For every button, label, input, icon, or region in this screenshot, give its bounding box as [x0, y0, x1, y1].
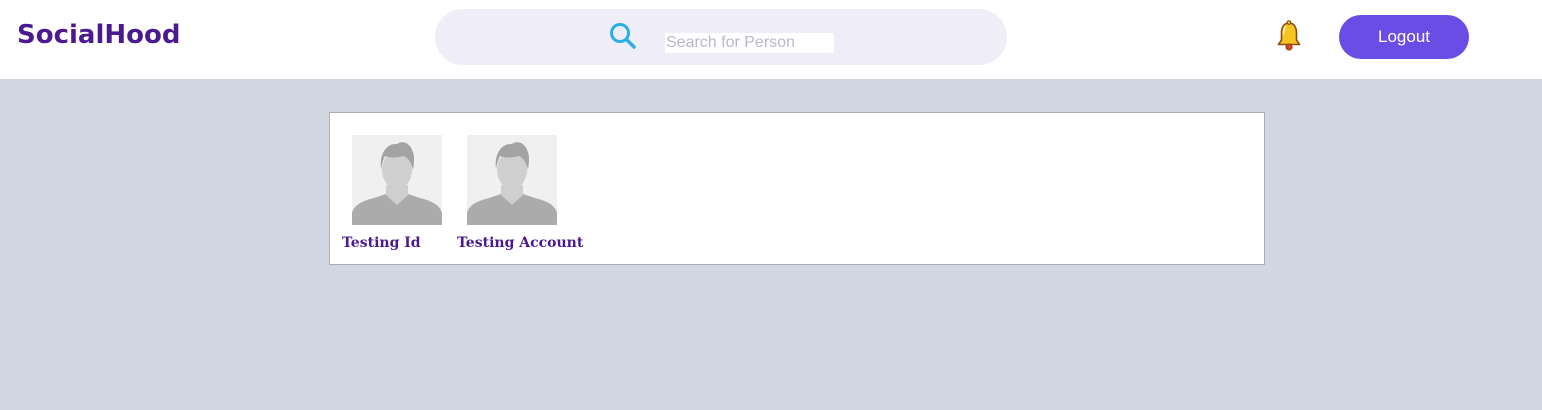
search-bar	[435, 9, 1007, 65]
search-icon[interactable]	[608, 21, 638, 51]
person-name[interactable]: Testing Account	[457, 235, 583, 251]
person-name[interactable]: Testing Id	[342, 235, 421, 251]
search-results-panel: Testing Id Testing Account	[329, 112, 1265, 265]
notification-bell-icon[interactable]	[1275, 20, 1303, 52]
search-input[interactable]	[665, 33, 834, 53]
top-navbar: SocialHood Logout	[0, 0, 1542, 79]
default-avatar-icon[interactable]	[352, 135, 442, 225]
default-avatar-icon[interactable]	[467, 135, 557, 225]
app-logo[interactable]: SocialHood	[17, 20, 180, 50]
logout-button[interactable]: Logout	[1339, 15, 1469, 59]
